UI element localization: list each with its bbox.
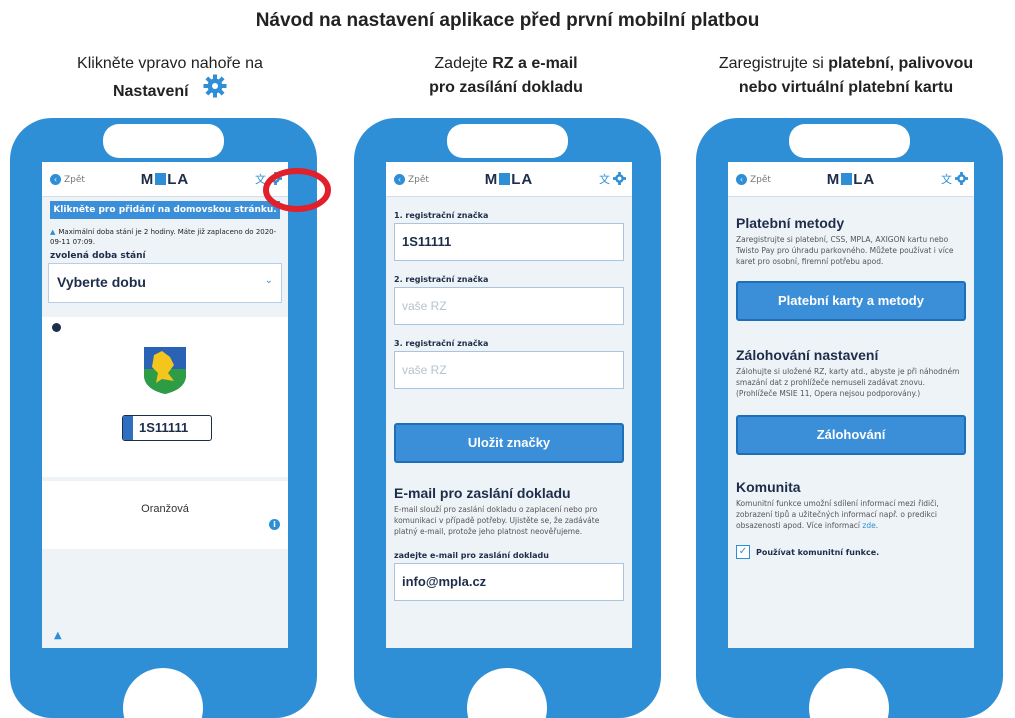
phone-1-screen: ‹ Zpět M LA 文 Klikněte pro přidání na domo… — [42, 162, 288, 648]
payment-cards-button[interactable]: Platební karty a metody — [736, 281, 966, 321]
email-heading: E-mail pro zaslání dokladu — [394, 485, 571, 501]
save-plates-button[interactable]: Uložit značky — [394, 423, 624, 463]
zone-name: Oranžová — [141, 503, 189, 515]
app-navbar: ‹ Zpět M LA 文 — [386, 162, 632, 197]
step-2-caption: Zadejte RZ a e-mail pro zasílání dokladu — [346, 52, 666, 100]
email-description: E-mail slouží pro zaslání dokladu o zapl… — [394, 505, 600, 536]
info-icon[interactable]: i — [269, 519, 280, 530]
more-info-link[interactable]: zde — [862, 521, 875, 530]
backup-text: Zálohujte si uložené RZ, karty atd., aby… — [736, 367, 960, 398]
step-1-bold: Nastavení — [112, 83, 189, 101]
plate-field-1: 1. registrační značka 1S11111 — [386, 197, 632, 261]
zone-card: 1S11111 — [42, 317, 288, 477]
city-coat-of-arms — [144, 347, 186, 394]
step-3-bold-1: platební, palivovou — [828, 55, 974, 72]
phone-3: ‹ Zpět M LA 文 Platební metody Zaregistrujt… — [696, 118, 1003, 718]
payment-methods-text: Zaregistrujte si platební, CSS, MPLA, AX… — [736, 235, 954, 266]
step-2-text: Zadejte — [434, 55, 493, 72]
phone-speaker — [447, 124, 568, 158]
app-navbar: ‹ Zpět M LA 文 — [42, 162, 288, 197]
community-text: Komunitní funkce umožní sdílení informac… — [736, 499, 939, 530]
step-2-bold-2: pro zasílání dokladu — [429, 79, 583, 96]
phone-home-button — [123, 668, 203, 718]
page-title: Návod na nastavení aplikace před první m… — [255, 10, 760, 31]
step-3-bold-2: nebo virtuální platební kartu — [738, 79, 954, 96]
phone-speaker — [103, 124, 224, 158]
bell-icon: ▲ — [54, 630, 62, 641]
app-navbar: ‹ Zpět M LA 文 — [728, 162, 974, 197]
mpla-logo: M LA — [484, 171, 534, 188]
settings-gear-icon — [203, 74, 227, 106]
translate-icon[interactable]: 文 — [941, 171, 952, 187]
plate-input-3[interactable]: vaše RZ — [394, 351, 624, 389]
checkbox-checked-icon[interactable]: ✓ — [736, 545, 750, 559]
backup-button[interactable]: Zálohování — [736, 415, 966, 455]
phone-3-screen: ‹ Zpět M LA 文 Platební metody Zaregistrujt… — [728, 162, 974, 648]
bell-icon: ▲ — [50, 228, 56, 236]
translate-icon[interactable]: 文 — [599, 171, 610, 187]
parking-notice: ▲ Maximální doba stání je 2 hodiny. Máte … — [50, 228, 277, 246]
add-to-home-banner[interactable]: Klikněte pro přidání na domovskou stránk… — [50, 201, 280, 219]
plate-input-1[interactable]: 1S11111 — [394, 223, 624, 261]
duration-label: zvolená doba stání — [50, 251, 146, 261]
community-checkbox-row[interactable]: ✓ Používat komunitní funkce. — [736, 545, 966, 559]
zone-row[interactable]: Oranžová i — [42, 481, 288, 549]
email-input[interactable]: info@mpla.cz — [394, 563, 624, 601]
plate-input-2[interactable]: vaše RZ — [394, 287, 624, 325]
phone-2: ‹ Zpět M LA 文 1. registrační značka 1S1111… — [354, 118, 661, 718]
chevron-down-icon: ⌄ — [264, 275, 273, 286]
step-1-caption: Klikněte vpravo nahoře na Nastavení — [10, 52, 330, 108]
mpla-logo: M LA — [826, 171, 876, 188]
step-3-caption: Zaregistrujte si platební, palivovou neb… — [686, 52, 1006, 100]
phone-2-screen: ‹ Zpět M LA 文 1. registrační značka 1S1111… — [386, 162, 632, 648]
phone-home-button — [467, 668, 547, 718]
highlight-circle — [263, 168, 331, 212]
email-field: zadejte e-mail pro zaslání dokladu info@… — [386, 537, 632, 601]
duration-select[interactable]: Vyberte dobu ⌄ — [48, 263, 282, 303]
backup-heading: Zálohování nastavení — [736, 347, 879, 363]
settings-gear-icon[interactable] — [955, 172, 968, 188]
phone-home-button — [809, 668, 889, 718]
mpla-logo: M LA — [140, 171, 190, 188]
plate-field-2: 2. registrační značka vaše RZ — [386, 261, 632, 325]
plate-field-3: 3. registrační značka vaše RZ — [386, 325, 632, 389]
payment-methods-heading: Platební metody — [736, 215, 845, 231]
step-2-bold-1: RZ a e-mail — [492, 55, 578, 72]
community-heading: Komunita — [736, 479, 801, 495]
phone-speaker — [789, 124, 910, 158]
settings-gear-icon[interactable] — [613, 172, 626, 188]
license-plate[interactable]: 1S11111 — [122, 415, 212, 441]
step-3-text: Zaregistrujte si — [718, 55, 829, 72]
step-1-text: Klikněte vpravo nahoře na — [77, 55, 263, 72]
location-pin-icon — [52, 323, 61, 332]
